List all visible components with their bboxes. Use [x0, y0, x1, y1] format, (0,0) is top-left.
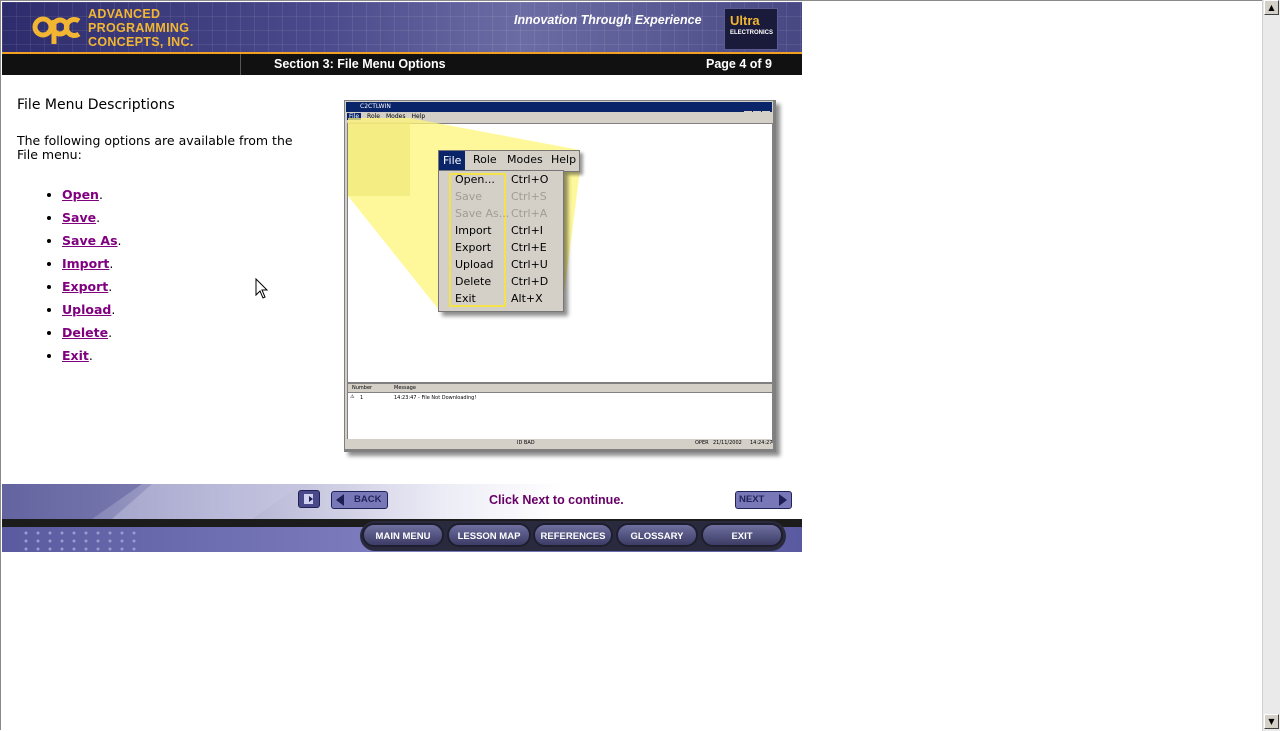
tagline: Innovation Through Experience	[514, 13, 702, 27]
decorative-dots	[20, 529, 140, 551]
list-item: Upload.	[62, 301, 122, 324]
menu-help: Help	[551, 153, 577, 166]
options-list: Open. Save. Save As. Import. Export. Upl…	[42, 186, 122, 370]
list-item: Exit.	[62, 347, 122, 370]
glossary-button[interactable]: GLOSSARY	[616, 523, 698, 547]
list-item: Open.	[62, 186, 122, 209]
mouse-cursor-icon	[255, 278, 269, 299]
replay-button[interactable]	[298, 490, 320, 508]
menu-item-save: Save Ctrl+S	[455, 190, 547, 203]
company-name: ADVANCED PROGRAMMING CONCEPTS, INC.	[88, 7, 194, 49]
next-button[interactable]: NEXT	[735, 491, 792, 509]
menu-item-import: Import Ctrl+I	[455, 224, 544, 237]
vertical-scrollbar[interactable]: ▲ ▼	[1262, 0, 1280, 731]
menu-role: Role	[473, 153, 497, 166]
arrow-right-icon	[779, 494, 787, 506]
section-titlebar: Section 3: File Menu Options Page 4 of 9	[2, 54, 802, 75]
navigation-bar	[2, 484, 802, 519]
page-indicator: Page 4 of 9	[706, 57, 772, 71]
list-item: Save As.	[62, 232, 122, 255]
link-save-as[interactable]: Save As	[62, 233, 118, 248]
menu-file: File	[439, 151, 466, 171]
link-upload[interactable]: Upload	[62, 302, 111, 317]
file-dropdown: Open... Ctrl+O Save Ctrl+S Save As... Ctrl+…	[438, 170, 564, 312]
link-open[interactable]: Open	[62, 187, 99, 202]
scroll-down-icon[interactable]: ▼	[1264, 714, 1279, 729]
link-export[interactable]: Export	[62, 279, 108, 294]
course-header: ADVANCED PROGRAMMING CONCEPTS, INC. Inno…	[2, 2, 802, 52]
ultra-electronics-logo: Ultra ELECTRONICS	[724, 8, 778, 50]
lesson-map-button[interactable]: LESSON MAP	[447, 523, 531, 547]
file-menu-screenshot: C2CTLWIN File Role Modes Help Number Messag…	[344, 100, 776, 452]
list-item: Save.	[62, 209, 122, 232]
menu-item-save-as: Save As... Ctrl+A	[455, 207, 548, 220]
zoomed-menubar: File Role Modes Help	[438, 150, 580, 172]
section-title: Section 3: File Menu Options	[274, 57, 446, 71]
menu-modes: Modes	[507, 153, 543, 166]
replay-icon	[304, 494, 313, 504]
list-item: Delete.	[62, 324, 122, 347]
intro-text: The following options are available from…	[17, 133, 293, 162]
list-item: Import.	[62, 255, 122, 278]
page-heading: File Menu Descriptions	[17, 97, 175, 113]
apc-logo-icon	[32, 16, 81, 44]
scroll-up-icon[interactable]: ▲	[1264, 0, 1279, 15]
menu-item-delete: Delete Ctrl+D	[455, 275, 549, 288]
continue-instruction: Click Next to continue.	[489, 493, 624, 507]
menu-item-export: Export Ctrl+E	[455, 241, 547, 254]
link-import[interactable]: Import	[62, 256, 109, 271]
back-button[interactable]: BACK	[331, 491, 388, 509]
references-button[interactable]: REFERENCES	[533, 523, 613, 547]
link-exit[interactable]: Exit	[62, 348, 89, 363]
link-delete[interactable]: Delete	[62, 325, 108, 340]
decorative-swoosh	[2, 484, 302, 519]
main-menu-button[interactable]: MAIN MENU	[362, 523, 444, 547]
menu-item-open: Open... Ctrl+O	[455, 173, 549, 186]
arrow-left-icon	[336, 494, 344, 506]
list-item: Export.	[62, 278, 122, 301]
menu-item-exit: Exit Alt+X	[455, 292, 543, 305]
link-save[interactable]: Save	[62, 210, 96, 225]
exit-button[interactable]: EXIT	[701, 523, 783, 547]
menu-item-upload: Upload Ctrl+U	[455, 258, 548, 271]
